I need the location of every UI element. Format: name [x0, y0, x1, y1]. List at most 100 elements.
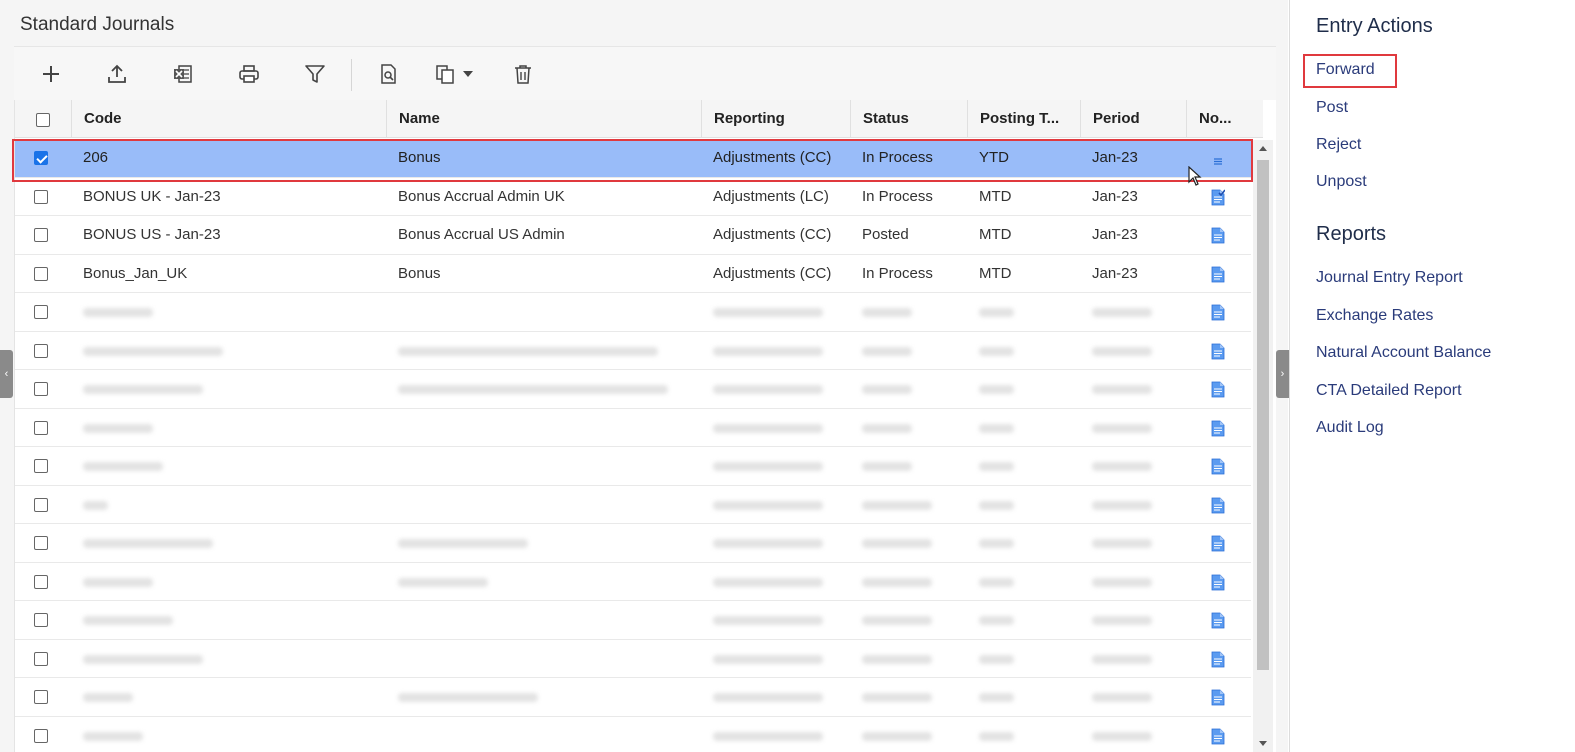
redacted-cell [979, 577, 1014, 587]
table-row[interactable]: 206 Bonus Adjustments (CC) In Process YTD Jan… [15, 139, 1251, 178]
table-row[interactable] [15, 293, 1251, 332]
column-header-posting-type[interactable]: Posting T... [967, 100, 1081, 138]
cell-name: Bonus Accrual US Admin [398, 226, 565, 243]
table-row[interactable] [15, 639, 1251, 678]
exchange-rates-link[interactable]: Exchange Rates [1316, 307, 1433, 325]
row-checkbox[interactable] [34, 151, 48, 165]
table-row[interactable] [15, 331, 1251, 370]
redacted-cell [862, 346, 912, 356]
table-row[interactable] [15, 562, 1251, 601]
document-icon[interactable] [1211, 651, 1225, 668]
cell-code: BONUS US - Jan-23 [83, 226, 221, 243]
cell-reporting: Adjustments (CC) [713, 149, 832, 166]
select-all-checkbox[interactable] [36, 113, 50, 127]
table-row[interactable]: Bonus_Jan_UK Bonus Adjustments (CC) In Proc… [15, 254, 1251, 293]
row-checkbox[interactable] [34, 305, 48, 319]
row-checkbox[interactable] [34, 613, 48, 627]
add-button[interactable] [34, 59, 68, 89]
table-row[interactable] [15, 370, 1251, 409]
row-checkbox[interactable] [34, 536, 48, 550]
select-all-cell [15, 100, 71, 138]
cell-posting-type: YTD [979, 149, 1009, 166]
document-search-button[interactable] [372, 59, 406, 89]
redacted-cell [83, 731, 143, 741]
table-row[interactable] [15, 485, 1251, 524]
audit-log-link[interactable]: Audit Log [1316, 419, 1384, 437]
redacted-cell [979, 346, 1014, 356]
cell-name: Bonus Accrual Admin UK [398, 187, 565, 205]
cell-posting-type: MTD [979, 187, 1012, 205]
row-checkbox[interactable] [34, 728, 48, 743]
document-icon[interactable] [1211, 458, 1225, 475]
row-checkbox[interactable] [34, 690, 48, 704]
redacted-cell [83, 693, 133, 702]
table-row[interactable] [15, 447, 1251, 486]
table-row[interactable]: BONUS UK - Jan-23 Bonus Accrual Admin UK A… [15, 177, 1251, 216]
document-icon[interactable] [1211, 535, 1225, 552]
cell-posting-type: MTD [979, 226, 1012, 243]
redacted-cell [83, 462, 163, 471]
document-icon[interactable] [1211, 304, 1225, 321]
document-icon[interactable] [1211, 728, 1225, 745]
document-icon[interactable] [1211, 612, 1225, 629]
reject-link[interactable]: Reject [1316, 136, 1361, 154]
print-button[interactable] [232, 59, 266, 89]
document-icon[interactable] [1211, 381, 1225, 398]
table-row[interactable] [15, 524, 1251, 563]
scroll-up-arrow[interactable] [1259, 146, 1267, 151]
side-panel: Entry Actions Forward Post Reject Unpost… [1289, 0, 1575, 752]
journal-entry-report-link[interactable]: Journal Entry Report [1316, 269, 1463, 287]
column-header-code[interactable]: Code [71, 100, 387, 138]
table-row[interactable] [15, 716, 1251, 752]
scroll-down-arrow[interactable] [1259, 741, 1267, 746]
collapse-right-handle[interactable]: › [1276, 350, 1289, 398]
redacted-cell [1092, 539, 1152, 548]
row-checkbox[interactable] [34, 497, 48, 512]
column-header-notes[interactable]: No... [1186, 100, 1250, 138]
row-checkbox[interactable] [34, 420, 48, 435]
row-checkbox[interactable] [34, 343, 48, 358]
row-checkbox[interactable] [34, 228, 48, 242]
document-icon[interactable] [1211, 574, 1225, 591]
document-icon[interactable] [1211, 343, 1225, 360]
table-row[interactable] [15, 601, 1251, 640]
column-header-reporting[interactable]: Reporting [701, 100, 851, 138]
natural-account-balance-link[interactable]: Natural Account Balance [1316, 344, 1491, 362]
table-row[interactable] [15, 678, 1251, 717]
table-row[interactable] [15, 408, 1251, 447]
row-checkbox[interactable] [34, 189, 48, 204]
table-row[interactable]: BONUS US - Jan-23 Bonus Accrual US Admin A… [15, 216, 1251, 255]
document-icon[interactable] [1211, 420, 1225, 437]
journals-grid: Code Name Reporting Status Posting T... … [14, 100, 1276, 752]
document-icon[interactable] [1211, 497, 1225, 514]
delete-button[interactable] [506, 59, 540, 89]
redacted-cell [713, 500, 823, 510]
row-checkbox[interactable] [34, 459, 48, 473]
document-icon[interactable] [1211, 689, 1225, 706]
note-lines-icon[interactable] [1211, 150, 1225, 167]
collapse-left-handle[interactable]: ‹ [0, 350, 13, 398]
document-icon[interactable] [1211, 266, 1225, 283]
row-checkbox[interactable] [34, 651, 48, 666]
column-header-name[interactable]: Name [386, 100, 702, 138]
upload-button[interactable] [100, 59, 134, 89]
vertical-scrollbar[interactable] [1253, 140, 1273, 752]
excel-export-button[interactable] [166, 59, 200, 89]
row-checkbox[interactable] [34, 266, 48, 281]
scrollbar-thumb[interactable] [1257, 160, 1269, 670]
filter-button[interactable] [298, 59, 332, 89]
row-checkbox[interactable] [34, 574, 48, 589]
forward-link[interactable]: Forward [1316, 61, 1375, 79]
column-header-status[interactable]: Status [850, 100, 967, 138]
redacted-cell [83, 308, 153, 317]
column-header-period[interactable]: Period [1080, 100, 1187, 138]
post-link[interactable]: Post [1316, 99, 1348, 117]
cell-period: Jan-23 [1092, 187, 1138, 205]
cell-status: In Process [862, 187, 933, 205]
document-icon[interactable] [1211, 227, 1225, 244]
document-check-icon[interactable] [1211, 189, 1225, 206]
unpost-link[interactable]: Unpost [1316, 173, 1367, 191]
row-checkbox[interactable] [34, 382, 48, 396]
copy-dropdown-button[interactable] [434, 59, 480, 89]
cta-detailed-report-link[interactable]: CTA Detailed Report [1316, 382, 1462, 400]
